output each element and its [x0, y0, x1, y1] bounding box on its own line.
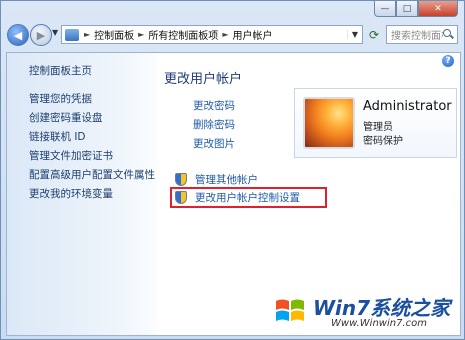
left-pane-link[interactable]: 链接联机 ID: [29, 129, 86, 144]
maximize-icon: □: [402, 3, 412, 14]
forward-button[interactable]: ▶: [30, 24, 52, 46]
breadcrumb-item[interactable]: 控制面板: [92, 27, 136, 42]
address-bar[interactable]: ► 控制面板 ► 所有控制面板项 ► 用户帐户 ▼: [61, 25, 363, 44]
help-icon: ?: [445, 56, 451, 66]
change-password-link[interactable]: 更改密码: [193, 98, 235, 113]
help-button[interactable]: ?: [442, 55, 454, 67]
watermark-url: Www.Winwin7.com: [331, 318, 427, 329]
change-picture-link[interactable]: 更改图片: [193, 136, 235, 151]
close-icon: ✕: [434, 3, 442, 14]
left-pane-link[interactable]: 管理文件加密证书: [29, 148, 113, 163]
breadcrumb-separator-icon[interactable]: ►: [82, 30, 92, 39]
user-role: 管理员: [363, 122, 393, 133]
watermark: Win7系统之家 Www.Winwin7.com: [273, 290, 461, 336]
control-panel-icon: [65, 28, 79, 41]
window: — □ ✕ ◀ ▶ ▼ ► 控制面板 ► 所有控制面板项 ► 用户帐户 ▼ ⟳ …: [0, 0, 465, 340]
left-pane-link[interactable]: 配置高级用户配置文件属性: [29, 167, 155, 182]
refresh-button[interactable]: ⟳: [365, 25, 383, 44]
remove-password-link[interactable]: 删除密码: [193, 117, 235, 132]
left-pane-link[interactable]: 更改我的环境变量: [29, 186, 113, 201]
manage-other-accounts-label: 管理其他帐户: [195, 174, 258, 186]
refresh-icon: ⟳: [368, 27, 380, 42]
page-title: 更改用户帐户: [164, 72, 243, 87]
address-dropdown-icon[interactable]: ▼: [347, 30, 362, 39]
left-pane-link[interactable]: 管理您的凭据: [29, 91, 92, 106]
caption-buttons: — □ ✕: [374, 1, 458, 17]
control-panel-home-link[interactable]: 控制面板主页: [29, 63, 92, 78]
uac-shield-icon: [175, 173, 187, 186]
search-icon[interactable]: [443, 29, 454, 40]
breadcrumb-separator-icon[interactable]: ►: [220, 30, 230, 39]
watermark-title: Win7系统之家: [313, 296, 451, 320]
windows-logo-icon: [276, 299, 304, 321]
user-card: Administrator 管理员 密码保护: [294, 88, 457, 158]
forward-arrow-icon: ▶: [36, 28, 46, 42]
highlight-box: [170, 187, 327, 208]
search-input[interactable]: 搜索控制面板: [387, 27, 443, 42]
left-pane-link[interactable]: 创建密码重设盘: [29, 110, 103, 125]
user-avatar[interactable]: [303, 97, 355, 149]
minimize-button[interactable]: —: [374, 1, 396, 17]
breadcrumb-item[interactable]: 所有控制面板项: [146, 27, 220, 42]
search-box[interactable]: 搜索控制面板: [386, 25, 458, 44]
left-pane: 控制面板主页 管理您的凭据 创建密码重设盘 链接联机 ID 管理文件加密证书 配…: [7, 53, 157, 335]
minimize-icon: —: [380, 3, 390, 14]
close-button[interactable]: ✕: [418, 1, 458, 17]
user-name: Administrator: [363, 99, 452, 114]
password-status: 密码保护: [363, 136, 403, 147]
navigation-bar: ◀ ▶ ▼ ► 控制面板 ► 所有控制面板项 ► 用户帐户 ▼ ⟳ 搜索控制面板: [5, 23, 460, 47]
breadcrumb-separator-icon[interactable]: ►: [136, 30, 146, 39]
manage-other-accounts-link[interactable]: 管理其他帐户: [175, 172, 258, 187]
history-dropdown-icon[interactable]: ▼: [52, 28, 58, 37]
breadcrumb-item[interactable]: 用户帐户: [230, 27, 274, 42]
maximize-button[interactable]: □: [396, 1, 418, 17]
back-button[interactable]: ◀: [7, 24, 29, 46]
back-arrow-icon: ◀: [13, 28, 23, 42]
